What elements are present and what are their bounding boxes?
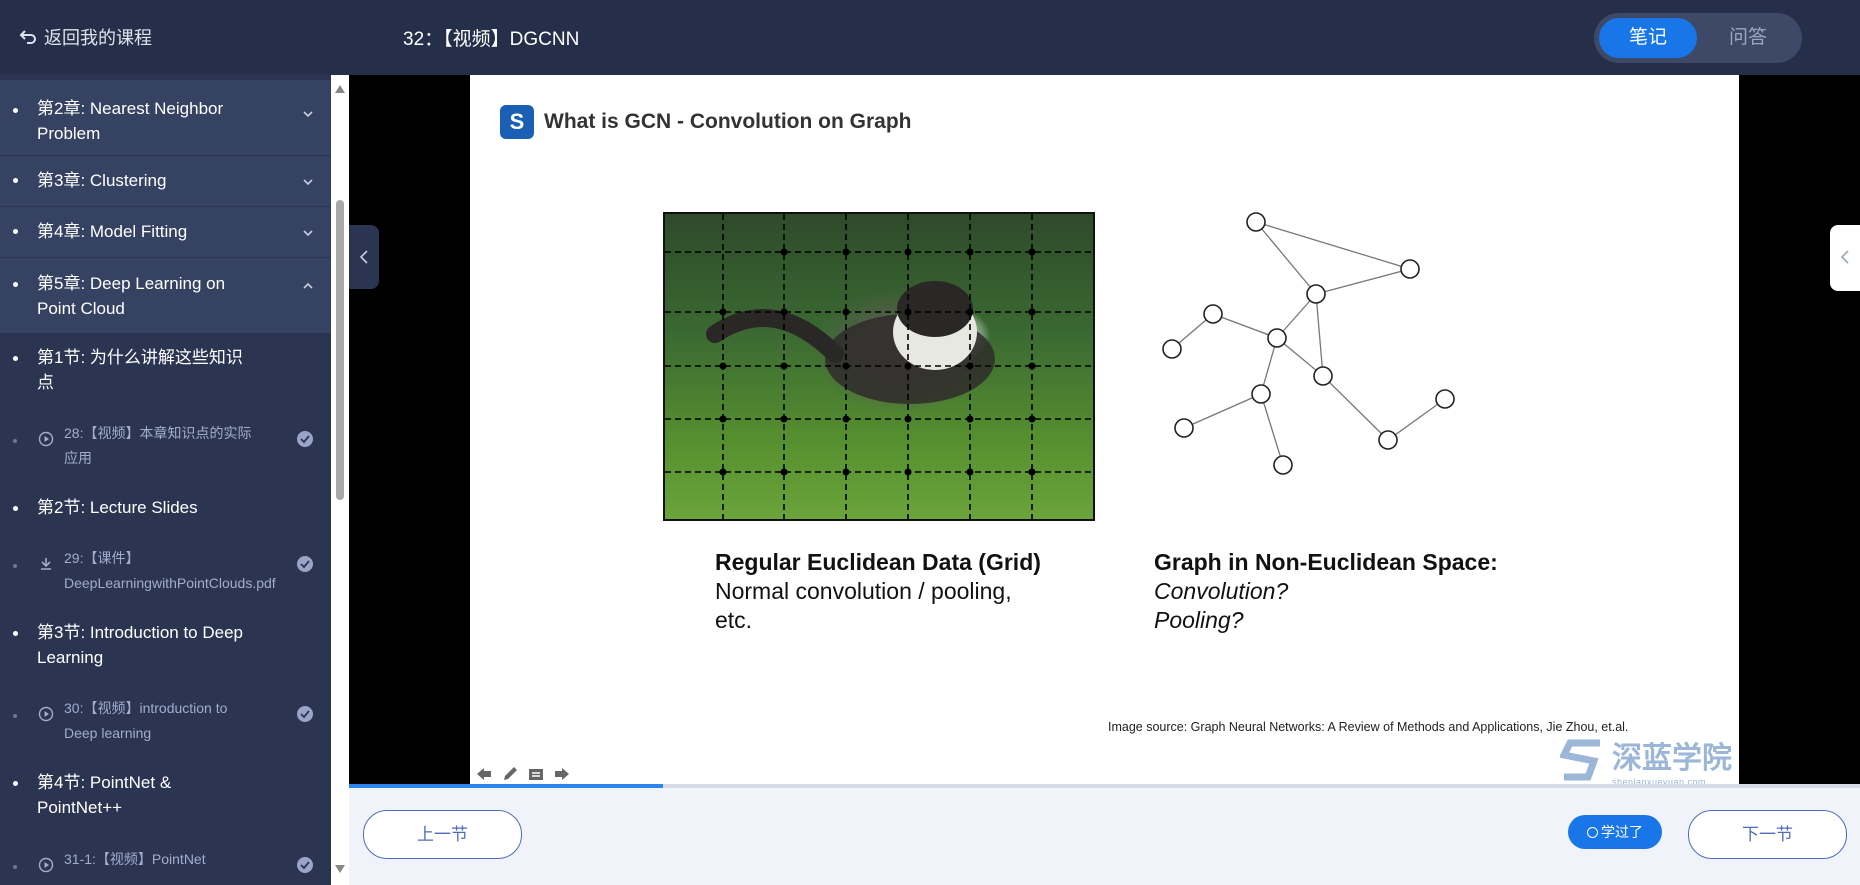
scroll-down-arrow-icon[interactable] — [335, 865, 345, 873]
graph-diagram — [1162, 212, 1455, 475]
lesson-item[interactable]: 28:【视频】本章知识点的实际应用 — [0, 423, 331, 478]
bullet-dot — [13, 631, 18, 636]
circle-icon — [1587, 827, 1598, 838]
cat-grid-image — [663, 212, 1095, 521]
caption-line: Pooling? — [1154, 607, 1244, 633]
bullet-dot — [13, 229, 18, 234]
bullet-dot — [13, 781, 18, 786]
play-circle-icon — [38, 857, 54, 873]
image-source-note: Image source: Graph Neural Networks: A R… — [1108, 720, 1629, 734]
bullet-dot — [13, 108, 18, 113]
bullet-dot — [13, 439, 17, 443]
chevron-down-icon — [303, 111, 313, 118]
mark-learned-button[interactable]: 学过了 — [1568, 815, 1662, 849]
bullet-dot — [13, 282, 18, 287]
notes-qa-toggle: 笔记 问答 — [1594, 13, 1802, 63]
section-label: 第2节: Lecture Slides — [37, 498, 198, 517]
completed-check-icon — [297, 706, 313, 722]
bullet-dot — [13, 356, 18, 361]
bullet-dot — [13, 865, 17, 869]
caption-heading: Graph in Non-Euclidean Space: — [1154, 549, 1498, 575]
caption-heading: Regular Euclidean Data (Grid) — [715, 549, 1041, 575]
lecture-slide: S What is GCN - Convolution on Graph Reg… — [470, 75, 1739, 787]
lesson-item[interactable]: 29:【课件】DeepLearningwithPointClouds.pdf — [0, 548, 331, 603]
chevron-up-icon — [303, 282, 313, 289]
completed-check-icon — [297, 556, 313, 572]
next-arrow-icon[interactable] — [553, 766, 571, 782]
section-item[interactable]: 第2节: Lecture Slides — [0, 490, 331, 530]
completed-check-icon — [297, 857, 313, 873]
brand-logo: S — [500, 105, 534, 139]
lesson-label: 28:【视频】本章知识点的实际应用 — [64, 425, 252, 466]
lesson-item[interactable]: 30:【视频】introduction to Deep learning — [0, 698, 331, 753]
watermark-text: 深蓝学院 — [1612, 742, 1732, 775]
pencil-icon[interactable] — [501, 766, 519, 782]
undo-arrow-icon — [19, 30, 36, 44]
play-circle-icon — [38, 706, 54, 722]
watermark-logo: 深蓝学院 shenlanxueyuan.com — [1560, 733, 1732, 787]
previous-arrow-icon[interactable] — [475, 766, 493, 782]
expand-panel-tab[interactable] — [1830, 225, 1860, 291]
previous-lesson-button[interactable]: 上一节 — [363, 810, 522, 859]
chapter-label: 第3章: Clustering — [37, 171, 167, 190]
brand-s-icon — [1560, 739, 1600, 781]
notes-icon[interactable] — [527, 766, 545, 782]
top-bar: 返回我的课程 32：【视频】DGCNN 笔记 问答 — [0, 0, 1860, 75]
slide-title: What is GCN - Convolution on Graph — [544, 110, 912, 133]
course-outline-sidebar: 第2章: Nearest Neighbor Problem 第3章: Clust… — [0, 75, 331, 885]
bullet-dot — [13, 714, 17, 718]
chapter-label: 第2章: Nearest Neighbor Problem — [37, 99, 224, 143]
slide-controls — [475, 766, 571, 782]
sidebar-scrollbar[interactable] — [331, 75, 349, 885]
section-label: 第1节: 为什么讲解这些知识点 — [37, 348, 243, 392]
chevron-down-icon — [303, 179, 313, 186]
back-to-courses-link[interactable]: 返回我的课程 — [18, 24, 152, 50]
chevron-left-icon — [359, 250, 368, 264]
download-icon — [41, 558, 51, 570]
completed-check-icon — [297, 431, 313, 447]
chapter-label: 第5章: Deep Learning on Point Cloud — [37, 274, 226, 318]
section-label: 第4节: PointNet & PointNet++ — [37, 773, 172, 817]
play-circle-icon — [38, 431, 54, 447]
caption-line: Normal convolution / pooling, — [715, 578, 1012, 604]
section-label: 第3节: Introduction to Deep Learning — [37, 623, 244, 667]
section-item[interactable]: 第3节: Introduction to Deep Learning — [0, 615, 331, 675]
chapter-item[interactable]: 第3章: Clustering — [0, 156, 331, 207]
chapter-item[interactable]: 第4章: Model Fitting — [0, 207, 331, 258]
lesson-title: 32：【视频】DGCNN — [403, 29, 580, 50]
bullet-dot — [13, 506, 18, 511]
bullet-dot — [13, 564, 17, 568]
caption-line: etc. — [715, 607, 753, 633]
bullet-dot — [13, 178, 18, 183]
scrollbar-thumb[interactable] — [336, 200, 344, 500]
slide-header: S What is GCN - Convolution on Graph — [500, 105, 911, 139]
tab-notes[interactable]: 笔记 — [1599, 18, 1697, 58]
next-lesson-button[interactable]: 下一节 — [1688, 810, 1847, 859]
right-caption: Graph in Non-Euclidean Space: Convolutio… — [1154, 548, 1498, 635]
section-item[interactable]: 第1节: 为什么讲解这些知识点 — [0, 340, 331, 400]
chevron-left-icon — [1840, 250, 1849, 264]
back-label: 返回我的课程 — [44, 28, 152, 48]
scroll-up-arrow-icon[interactable] — [335, 85, 345, 93]
mark-learned-label: 学过了 — [1601, 824, 1643, 840]
chevron-down-icon — [303, 230, 313, 237]
tab-qa[interactable]: 问答 — [1699, 18, 1797, 58]
lesson-label: 29:【课件】DeepLearningwithPointClouds.pdf — [64, 550, 276, 591]
lesson-label: 31-1:【视频】PointNet — [64, 851, 206, 867]
chapter-item-expanded[interactable]: 第5章: Deep Learning on Point Cloud — [0, 258, 331, 334]
caption-line: Convolution? — [1154, 578, 1289, 604]
lesson-label: 30:【视频】introduction to Deep learning — [64, 700, 228, 741]
collapse-sidebar-tab[interactable] — [349, 225, 379, 289]
section-item[interactable]: 第4节: PointNet & PointNet++ — [0, 765, 331, 825]
lesson-item[interactable]: 31-1:【视频】PointNet — [0, 849, 331, 885]
left-caption: Regular Euclidean Data (Grid) Normal con… — [715, 548, 1041, 635]
chapter-label: 第4章: Model Fitting — [37, 222, 188, 241]
chapter-item[interactable]: 第2章: Nearest Neighbor Problem — [0, 80, 331, 156]
